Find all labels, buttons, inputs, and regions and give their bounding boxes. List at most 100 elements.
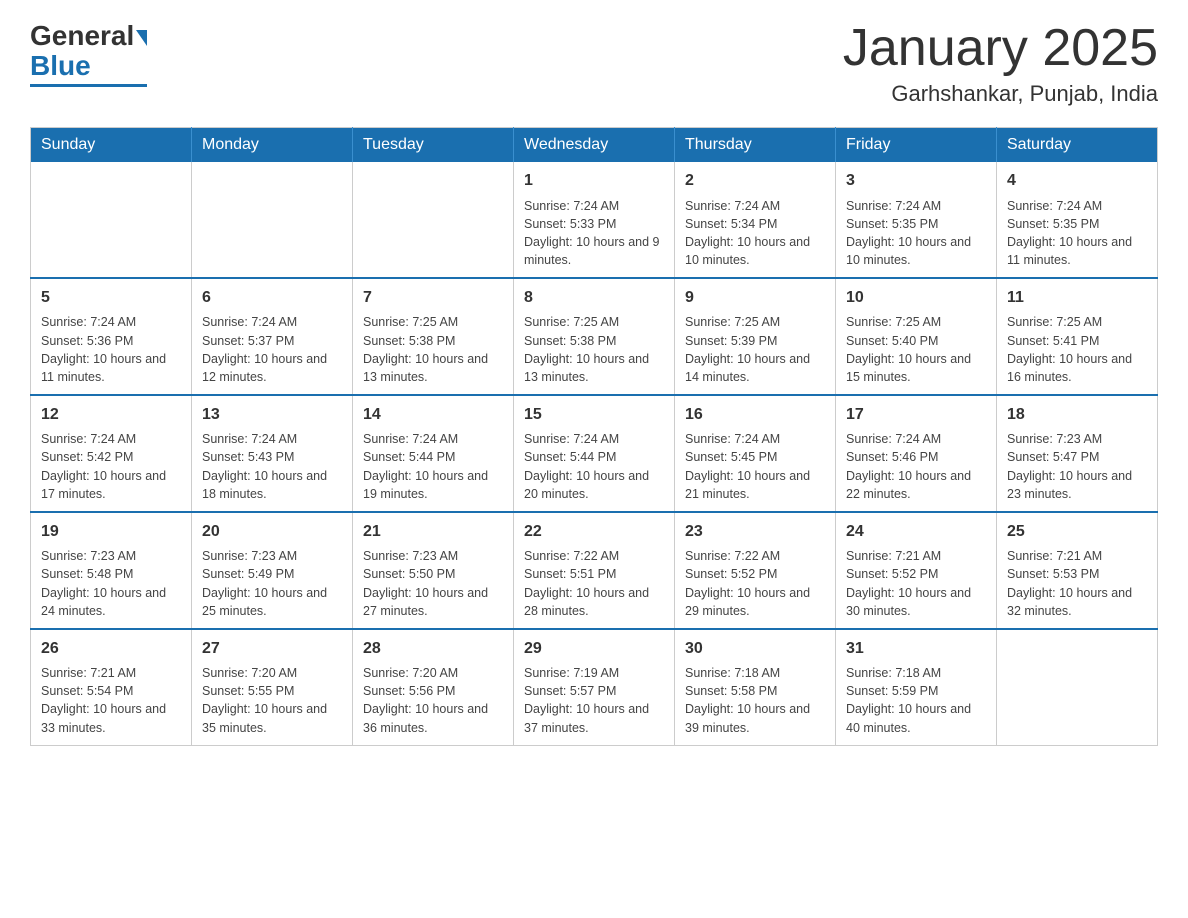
day-number: 22 <box>524 521 664 543</box>
day-info: Sunrise: 7:24 AMSunset: 5:46 PMDaylight:… <box>846 430 986 503</box>
day-info: Sunrise: 7:23 AMSunset: 5:49 PMDaylight:… <box>202 547 342 620</box>
calendar-cell: 31 Sunrise: 7:18 AMSunset: 5:59 PMDayligh… <box>836 629 997 745</box>
day-number: 29 <box>524 638 664 660</box>
day-info: Sunrise: 7:22 AMSunset: 5:51 PMDaylight:… <box>524 547 664 620</box>
calendar-cell: 11 Sunrise: 7:25 AMSunset: 5:41 PMDayligh… <box>997 278 1158 395</box>
calendar-cell: 2Sunrise: 7:24 AMSunset: 5:34 PMDaylight… <box>675 162 836 278</box>
logo-text: General <box>30 20 147 52</box>
calendar-cell: 18 Sunrise: 7:23 AMSunset: 5:47 PMDayligh… <box>997 395 1158 512</box>
calendar-cell: 28 Sunrise: 7:20 AMSunset: 5:56 PMDayligh… <box>353 629 514 745</box>
calendar-cell: 6 Sunrise: 7:24 AMSunset: 5:37 PMDaylight… <box>192 278 353 395</box>
day-number: 16 <box>685 404 825 426</box>
header-saturday: Saturday <box>997 128 1158 163</box>
calendar-location: Garhshankar, Punjab, India <box>843 81 1158 107</box>
calendar-cell: 8 Sunrise: 7:25 AMSunset: 5:38 PMDaylight… <box>514 278 675 395</box>
calendar-cell <box>31 162 192 278</box>
day-info: Sunrise: 7:24 AMSunset: 5:34 PMDaylight:… <box>685 197 825 270</box>
day-number: 10 <box>846 287 986 309</box>
day-info: Sunrise: 7:20 AMSunset: 5:56 PMDaylight:… <box>363 664 503 737</box>
header-friday: Friday <box>836 128 997 163</box>
calendar-cell: 3Sunrise: 7:24 AMSunset: 5:35 PMDaylight… <box>836 162 997 278</box>
day-number: 1 <box>524 170 664 192</box>
calendar-cell: 9Sunrise: 7:25 AMSunset: 5:39 PMDaylight… <box>675 278 836 395</box>
day-number: 12 <box>41 404 181 426</box>
week-row-1: 1 Sunrise: 7:24 AMSunset: 5:33 PMDaylight… <box>31 162 1158 278</box>
calendar-cell: 25 Sunrise: 7:21 AMSunset: 5:53 PMDayligh… <box>997 512 1158 629</box>
day-number: 15 <box>524 404 664 426</box>
calendar-body: 1 Sunrise: 7:24 AMSunset: 5:33 PMDaylight… <box>31 162 1158 745</box>
day-number: 18 <box>1007 404 1147 426</box>
day-info: Sunrise: 7:21 AMSunset: 5:53 PMDaylight:… <box>1007 547 1147 620</box>
calendar-cell: 14 Sunrise: 7:24 AMSunset: 5:44 PMDayligh… <box>353 395 514 512</box>
calendar-cell: 15 Sunrise: 7:24 AMSunset: 5:44 PMDayligh… <box>514 395 675 512</box>
calendar-cell: 21 Sunrise: 7:23 AMSunset: 5:50 PMDayligh… <box>353 512 514 629</box>
day-number: 26 <box>41 638 181 660</box>
day-info: Sunrise: 7:22 AMSunset: 5:52 PMDaylight:… <box>685 547 825 620</box>
calendar-cell: 22 Sunrise: 7:22 AMSunset: 5:51 PMDayligh… <box>514 512 675 629</box>
day-number: 5 <box>41 287 181 309</box>
day-info: Sunrise: 7:24 AMSunset: 5:35 PMDaylight:… <box>1007 197 1147 270</box>
day-number: 31 <box>846 638 986 660</box>
day-info: Sunrise: 7:24 AMSunset: 5:33 PMDaylight:… <box>524 197 664 270</box>
day-info: Sunrise: 7:24 AMSunset: 5:36 PMDaylight:… <box>41 313 181 386</box>
day-info: Sunrise: 7:19 AMSunset: 5:57 PMDaylight:… <box>524 664 664 737</box>
calendar-cell: 12 Sunrise: 7:24 AMSunset: 5:42 PMDayligh… <box>31 395 192 512</box>
day-info: Sunrise: 7:25 AMSunset: 5:38 PMDaylight:… <box>524 313 664 386</box>
day-info: Sunrise: 7:23 AMSunset: 5:50 PMDaylight:… <box>363 547 503 620</box>
calendar-cell: 17Sunrise: 7:24 AMSunset: 5:46 PMDayligh… <box>836 395 997 512</box>
calendar-cell: 20Sunrise: 7:23 AMSunset: 5:49 PMDayligh… <box>192 512 353 629</box>
day-number: 7 <box>363 287 503 309</box>
day-info: Sunrise: 7:18 AMSunset: 5:58 PMDaylight:… <box>685 664 825 737</box>
calendar-cell: 19 Sunrise: 7:23 AMSunset: 5:48 PMDayligh… <box>31 512 192 629</box>
day-info: Sunrise: 7:24 AMSunset: 5:42 PMDaylight:… <box>41 430 181 503</box>
day-info: Sunrise: 7:18 AMSunset: 5:59 PMDaylight:… <box>846 664 986 737</box>
calendar-cell: 13 Sunrise: 7:24 AMSunset: 5:43 PMDayligh… <box>192 395 353 512</box>
day-number: 30 <box>685 638 825 660</box>
day-number: 13 <box>202 404 342 426</box>
day-number: 21 <box>363 521 503 543</box>
day-number: 8 <box>524 287 664 309</box>
day-headers-row: SundayMondayTuesdayWednesdayThursdayFrid… <box>31 128 1158 163</box>
calendar-cell: 29 Sunrise: 7:19 AMSunset: 5:57 PMDayligh… <box>514 629 675 745</box>
day-info: Sunrise: 7:24 AMSunset: 5:44 PMDaylight:… <box>363 430 503 503</box>
day-number: 19 <box>41 521 181 543</box>
day-info: Sunrise: 7:23 AMSunset: 5:48 PMDaylight:… <box>41 547 181 620</box>
calendar-header: SundayMondayTuesdayWednesdayThursdayFrid… <box>31 128 1158 163</box>
day-info: Sunrise: 7:24 AMSunset: 5:43 PMDaylight:… <box>202 430 342 503</box>
header: General Blue January 2025 Garhshankar, P… <box>30 20 1158 107</box>
calendar-cell: 5 Sunrise: 7:24 AMSunset: 5:36 PMDaylight… <box>31 278 192 395</box>
day-info: Sunrise: 7:24 AMSunset: 5:44 PMDaylight:… <box>524 430 664 503</box>
day-info: Sunrise: 7:24 AMSunset: 5:37 PMDaylight:… <box>202 313 342 386</box>
day-number: 11 <box>1007 287 1147 309</box>
calendar-cell: 10Sunrise: 7:25 AMSunset: 5:40 PMDayligh… <box>836 278 997 395</box>
calendar-cell <box>192 162 353 278</box>
logo: General Blue <box>30 20 147 87</box>
calendar-cell: 7Sunrise: 7:25 AMSunset: 5:38 PMDaylight… <box>353 278 514 395</box>
logo-underline <box>30 84 147 87</box>
calendar-cell <box>353 162 514 278</box>
calendar-cell: 24 Sunrise: 7:21 AMSunset: 5:52 PMDayligh… <box>836 512 997 629</box>
calendar-title: January 2025 <box>843 20 1158 77</box>
calendar-cell: 1 Sunrise: 7:24 AMSunset: 5:33 PMDaylight… <box>514 162 675 278</box>
day-number: 23 <box>685 521 825 543</box>
day-number: 24 <box>846 521 986 543</box>
day-number: 6 <box>202 287 342 309</box>
day-info: Sunrise: 7:21 AMSunset: 5:54 PMDaylight:… <box>41 664 181 737</box>
day-number: 25 <box>1007 521 1147 543</box>
day-info: Sunrise: 7:23 AMSunset: 5:47 PMDaylight:… <box>1007 430 1147 503</box>
week-row-3: 12 Sunrise: 7:24 AMSunset: 5:42 PMDayligh… <box>31 395 1158 512</box>
day-number: 9 <box>685 287 825 309</box>
day-info: Sunrise: 7:25 AMSunset: 5:41 PMDaylight:… <box>1007 313 1147 386</box>
day-number: 14 <box>363 404 503 426</box>
day-info: Sunrise: 7:24 AMSunset: 5:35 PMDaylight:… <box>846 197 986 270</box>
calendar-cell <box>997 629 1158 745</box>
day-number: 28 <box>363 638 503 660</box>
calendar-cell: 4Sunrise: 7:24 AMSunset: 5:35 PMDaylight… <box>997 162 1158 278</box>
calendar-cell: 26 Sunrise: 7:21 AMSunset: 5:54 PMDayligh… <box>31 629 192 745</box>
day-info: Sunrise: 7:21 AMSunset: 5:52 PMDaylight:… <box>846 547 986 620</box>
header-sunday: Sunday <box>31 128 192 163</box>
week-row-5: 26 Sunrise: 7:21 AMSunset: 5:54 PMDayligh… <box>31 629 1158 745</box>
header-tuesday: Tuesday <box>353 128 514 163</box>
header-wednesday: Wednesday <box>514 128 675 163</box>
calendar-table: SundayMondayTuesdayWednesdayThursdayFrid… <box>30 127 1158 745</box>
